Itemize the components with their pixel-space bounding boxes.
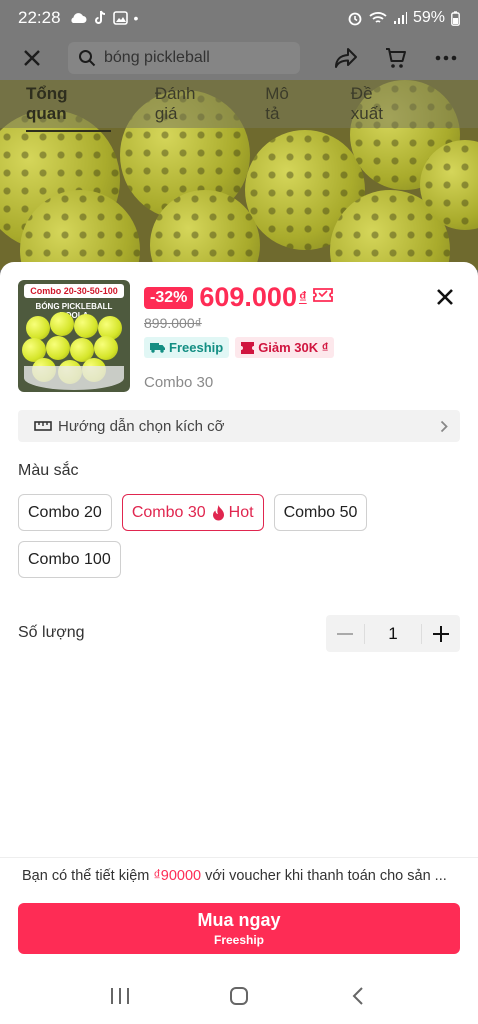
discount-voucher-label: Giảm 30K ₫ [258, 340, 329, 355]
fire-icon [212, 504, 224, 520]
buy-now-button[interactable]: Mua ngay Freeship [18, 903, 460, 954]
discount-voucher-badge: Giảm 30K ₫ [235, 337, 335, 358]
top-actions [328, 40, 464, 76]
option-combo-100[interactable]: Combo 100 [18, 541, 121, 578]
chevron-right-icon [440, 420, 448, 432]
recents-icon [110, 988, 129, 1004]
minus-icon [337, 632, 353, 635]
status-bar: 22:28 • 59% [0, 0, 478, 36]
variant-bottom-sheet: Combo 20-30-50-100 BÓNG PICKLEBALL DOOLA… [0, 262, 478, 1024]
more-icon [435, 55, 457, 61]
signal-icon [393, 12, 407, 24]
search-icon [79, 50, 96, 67]
option-combo-30[interactable]: Combo 30 Hot [121, 494, 264, 531]
promo-badges: Freeship Giảm 30K ₫ [144, 337, 335, 358]
cart-icon [386, 48, 406, 68]
dot-icon: • [133, 10, 139, 26]
share-button[interactable] [328, 40, 364, 76]
ticket-icon[interactable] [312, 288, 333, 307]
voucher-icon [241, 341, 255, 354]
voucher-savings-notice: Bạn có thể tiết kiệm ₫90000 với voucher … [0, 857, 478, 893]
plus-icon [433, 625, 449, 642]
system-navigation-bar [0, 968, 478, 1024]
increase-quantity-button[interactable] [422, 615, 460, 652]
original-price: 899.000₫ [144, 315, 202, 331]
current-price: 609.000 [199, 282, 297, 312]
more-button[interactable] [428, 40, 464, 76]
search-bar[interactable]: bóng pickleball [68, 42, 300, 74]
tab-description[interactable]: Mô tả [265, 84, 307, 124]
voucher-suffix: với voucher khi thanh toán cho sản ... [205, 867, 447, 884]
system-icons: 59% [347, 9, 460, 27]
top-bar: bóng pickleball [0, 36, 478, 80]
close-icon [24, 50, 40, 66]
back-button[interactable] [338, 976, 378, 1016]
buy-now-label: Mua ngay [197, 910, 281, 930]
share-icon [335, 48, 357, 68]
hot-label: Hot [228, 503, 254, 521]
product-thumbnail: Combo 20-30-50-100 BÓNG PICKLEBALL DOOLA [18, 280, 130, 392]
close-icon [437, 289, 453, 305]
home-button[interactable] [219, 976, 259, 1016]
option-label: Combo 20 [28, 503, 102, 521]
variant-options: Combo 20 Combo 30 Hot Combo 50 Combo 100 [18, 494, 458, 578]
size-guide-label: Hướng dẫn chọn kích cỡ [58, 417, 225, 435]
image-icon [112, 11, 128, 25]
close-page-button[interactable] [14, 40, 50, 76]
quantity-title: Số lượng [18, 624, 85, 641]
tiktok-icon [94, 10, 105, 24]
decrease-quantity-button[interactable] [326, 615, 364, 652]
status-time: 22:28 [18, 8, 61, 27]
battery-icon [451, 10, 460, 26]
page-tabs: Tổng quan Đánh giá Mô tả Đề xuất [0, 80, 478, 132]
tab-recommendations[interactable]: Đề xuất [351, 84, 408, 124]
close-sheet-button[interactable] [432, 284, 458, 310]
discount-badge: -32% [144, 286, 194, 309]
buy-now-sublabel: Freeship [213, 933, 264, 947]
search-query: bóng pickleball [104, 49, 210, 66]
option-label: Combo 100 [28, 550, 111, 568]
option-label: Combo 30 [131, 503, 206, 521]
option-combo-20[interactable]: Combo 20 [18, 494, 112, 531]
selected-variant: Combo 30 [144, 374, 214, 391]
truck-icon [150, 343, 165, 353]
freeship-badge: Freeship [144, 337, 230, 358]
option-combo-50[interactable]: Combo 50 [273, 494, 368, 531]
freeship-label: Freeship [169, 340, 224, 355]
size-guide-link[interactable]: Hướng dẫn chọn kích cỡ [18, 410, 460, 442]
recents-button[interactable] [100, 976, 140, 1016]
cloud-icon [70, 13, 87, 23]
battery-percent: 59% [412, 9, 445, 26]
voucher-prefix: Bạn có thể tiết kiệm [22, 867, 150, 884]
back-icon [352, 987, 364, 1005]
alarm-icon [348, 12, 362, 26]
tab-reviews[interactable]: Đánh giá [155, 84, 221, 124]
tab-overview[interactable]: Tổng quan [26, 84, 111, 132]
option-label: Combo 50 [283, 503, 358, 521]
cart-button[interactable] [378, 40, 414, 76]
voucher-amount: ₫90000 [153, 867, 202, 884]
quantity-value[interactable]: 1 [364, 623, 422, 644]
thumbnail-banner: Combo 20-30-50-100 [24, 284, 124, 298]
home-icon [229, 987, 248, 1005]
hot-tag: Hot [212, 504, 254, 522]
notification-icons: • [69, 10, 139, 26]
quantity-stepper: 1 [326, 615, 460, 652]
wifi-icon [369, 12, 387, 23]
price-row: -32% 609.000 ₫ [144, 282, 333, 313]
currency-symbol: ₫ [298, 289, 307, 306]
color-section-title: Màu sắc [18, 462, 79, 479]
ruler-icon [34, 421, 52, 431]
